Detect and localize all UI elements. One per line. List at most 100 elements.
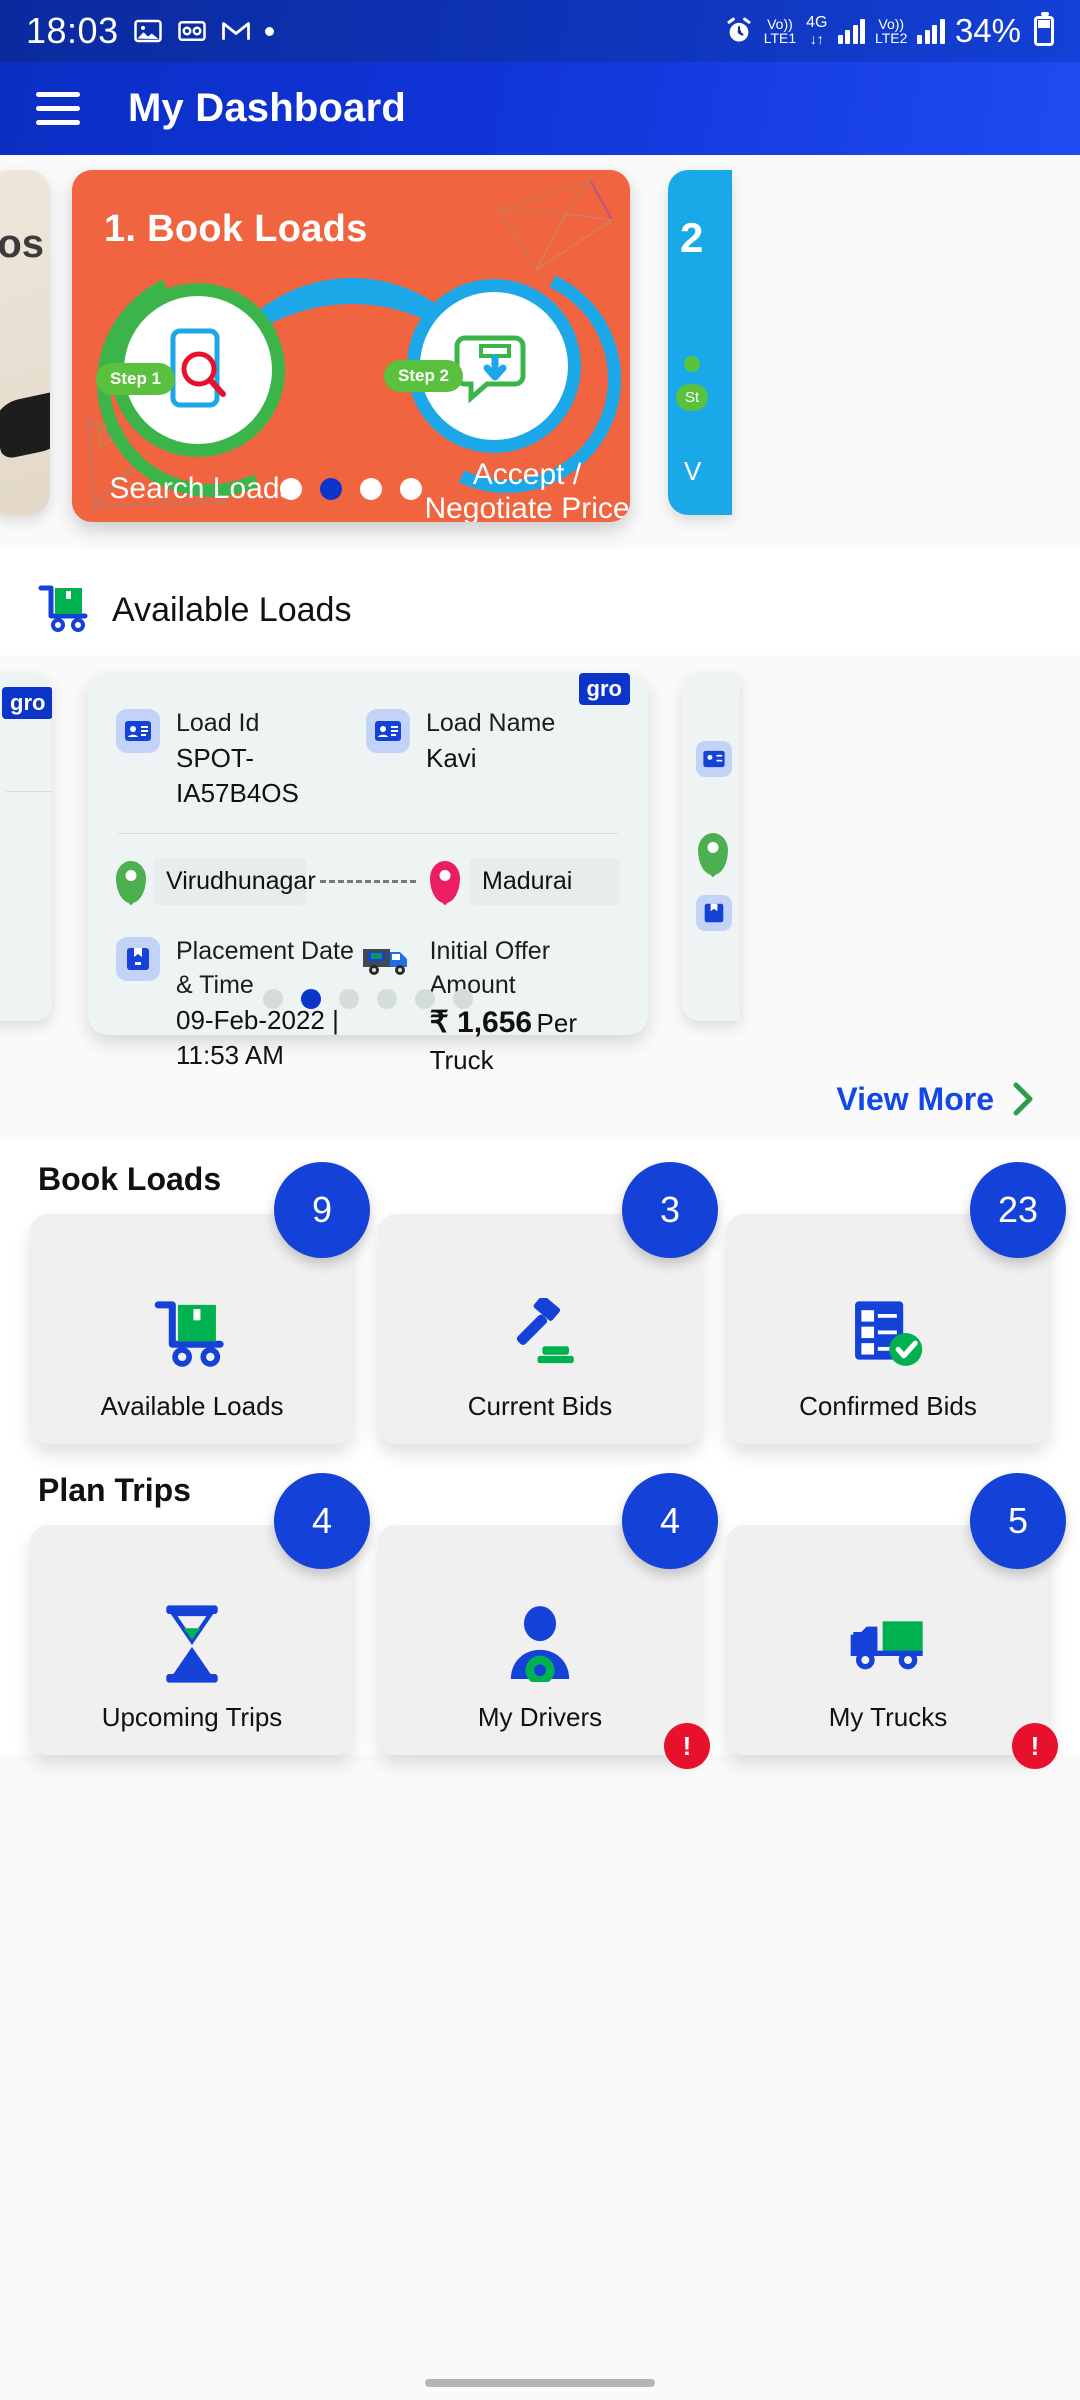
status-bar-left: 18:03 (26, 10, 274, 52)
sim2-volte-label: Vo)) (878, 16, 905, 32)
signal-bars-sim2-icon (917, 18, 945, 44)
brand-badge: gro (578, 673, 630, 705)
data-arrows-icon: ↓↑ (809, 31, 824, 48)
tile-label: Available Loads (100, 1391, 284, 1421)
id-card-icon (116, 709, 160, 753)
network-type-label: 4G (806, 14, 828, 32)
warning-badge[interactable]: ! (664, 1723, 710, 1769)
app-bar: My Dashboard (0, 62, 1080, 155)
available-loads-title: Available Loads (112, 591, 352, 629)
load-name-field: Load Name Kavi (366, 707, 555, 811)
driver-icon (505, 1596, 575, 1692)
carousel-peek-next[interactable]: 2 St V (668, 170, 732, 515)
destination-pin-icon (430, 860, 460, 903)
id-card-icon (696, 741, 732, 777)
tile-available-loads[interactable]: 9 Available Loads (30, 1162, 370, 1444)
destination-location: Madurai (470, 857, 620, 906)
dot-icon (264, 26, 274, 36)
book-loads-group-title: Book Loads (38, 1161, 222, 1197)
carousel-dot-active[interactable] (320, 478, 342, 500)
loads-trolley-icon (38, 584, 92, 637)
offer-value-row: ₹ 1,656 Per Truck (430, 1003, 620, 1079)
tile-count-badge: 4 (622, 1473, 718, 1569)
load-id-value: SPOT-IA57B4OS (176, 742, 299, 808)
load-card-peek-next[interactable] (682, 673, 740, 1021)
load-id-label: Load Id (176, 709, 260, 737)
load-carousel-dot[interactable] (263, 989, 283, 1009)
carousel-peek-previous[interactable]: os (0, 170, 50, 515)
page-title: My Dashboard (128, 86, 407, 130)
load-name-value: Kavi (426, 742, 477, 773)
carousel-dot[interactable] (280, 478, 302, 500)
warning-badge[interactable]: ! (1012, 1723, 1058, 1769)
origin-pin-icon (698, 833, 728, 875)
tile-my-trucks[interactable]: 5 My Trucks ! (726, 1473, 1066, 1769)
hamburger-menu-icon[interactable] (36, 92, 80, 125)
loads-carousel-track[interactable]: gro gro Load Id SPOT-IA57B4OS Load Name … (0, 673, 1080, 1075)
load-carousel-dot[interactable] (339, 989, 359, 1009)
carousel-dot[interactable] (400, 478, 422, 500)
sim2-volte-indicator: Vo)) LTE2 (875, 17, 907, 45)
loads-trolley-icon (154, 1285, 230, 1381)
carousel-track[interactable]: os 1. Book Loads Step 1 Step 2 Search Lo… (0, 170, 1080, 548)
status-bar-right: Vo)) LTE1 4G ↓↑ Vo)) LTE2 34% (724, 12, 1054, 50)
carousel-peek-previous-text: os (0, 222, 44, 266)
carousel-slide-book-loads[interactable]: 1. Book Loads Step 1 Step 2 Search Loads… (72, 170, 630, 522)
tile-confirmed-bids[interactable]: 23 Confirmed Bids (726, 1162, 1066, 1444)
tile-label: My Drivers (477, 1702, 603, 1732)
tile-label: Confirmed Bids (799, 1391, 977, 1421)
sim1-volte-label: Vo)) (767, 16, 793, 32)
battery-percent: 34% (954, 12, 1021, 49)
tile-count-badge: 4 (274, 1473, 370, 1569)
network-type-indicator: 4G ↓↑ (806, 14, 828, 48)
battery-icon (1034, 12, 1054, 46)
carousel-dot[interactable] (360, 478, 382, 500)
carousel-peek-next-dot (684, 356, 700, 372)
tile-count-badge: 5 (970, 1473, 1066, 1569)
truck-offer-icon (362, 943, 414, 982)
status-bar: 18:03 Vo)) LTE1 4G ↓↑ Vo)) LTE2 34% (0, 0, 1080, 62)
load-carousel-dot[interactable] (453, 989, 473, 1009)
tile-count-badge: 9 (274, 1162, 370, 1258)
system-navigation-bar (0, 2366, 1080, 2400)
calendar-placement-icon (696, 895, 732, 931)
carousel-peek-next-number: 2 (680, 214, 704, 261)
brand-badge: gro (2, 687, 52, 719)
page-content: os 1. Book Loads Step 1 Step 2 Search Lo… (0, 155, 1080, 2400)
load-id-field: Load Id SPOT-IA57B4OS (116, 707, 366, 811)
load-card-peek-previous[interactable]: gro (0, 673, 52, 1021)
load-carousel-dot[interactable] (415, 989, 435, 1009)
view-more-label: View More (836, 1080, 994, 1117)
load-carousel-dots[interactable] (88, 989, 648, 1009)
image-icon (133, 16, 163, 46)
calendar-placement-icon (116, 937, 160, 982)
step1-badge: Step 1 (96, 363, 176, 395)
carousel-peek-next-label: V (684, 456, 702, 486)
sim2-name-label: LTE2 (875, 30, 908, 46)
route-row: Virudhunagar Madurai (116, 857, 620, 906)
carousel-peek-previous-illustration (0, 390, 50, 460)
tile-upcoming-trips[interactable]: 4 Upcoming Trips (30, 1473, 370, 1755)
status-time: 18:03 (26, 10, 119, 51)
book-loads-group: Book Loads 9 Available Loads 3 Current B… (0, 1139, 1080, 1444)
tile-my-drivers[interactable]: 4 My Drivers ! (378, 1473, 718, 1769)
carousel-dots[interactable] (72, 478, 630, 500)
available-loads-carousel[interactable]: gro gro Load Id SPOT-IA57B4OS Load Name … (0, 655, 1080, 1075)
placement-value: 09-Feb-2022 | 11:53 AM (176, 1004, 339, 1070)
gavel-icon (503, 1285, 577, 1381)
tile-current-bids[interactable]: 3 Current Bids (378, 1162, 718, 1444)
home-indicator[interactable] (425, 2379, 655, 2387)
load-name-label: Load Name (426, 709, 556, 737)
package-discount-icon (454, 335, 526, 404)
book-loads-tiles: 9 Available Loads 3 Current Bids 23 Conf… (30, 1162, 1066, 1444)
alarm-icon (724, 16, 754, 46)
slide-illustration: Step 1 Step 2 Search Loads Accept / Nego… (72, 170, 630, 522)
load-carousel-dot[interactable] (377, 989, 397, 1009)
tile-label: Upcoming Trips (101, 1702, 283, 1732)
truck-icon (848, 1596, 928, 1692)
onboarding-carousel[interactable]: os 1. Book Loads Step 1 Step 2 Search Lo… (0, 155, 1080, 548)
load-carousel-dot-active[interactable] (301, 989, 321, 1009)
plan-trips-tiles: 4 Upcoming Trips 4 My Drivers ! 5 My Tru… (30, 1473, 1066, 1769)
tile-label: Current Bids (467, 1391, 613, 1421)
load-card[interactable]: gro Load Id SPOT-IA57B4OS Load Name Kavi… (88, 673, 648, 1075)
